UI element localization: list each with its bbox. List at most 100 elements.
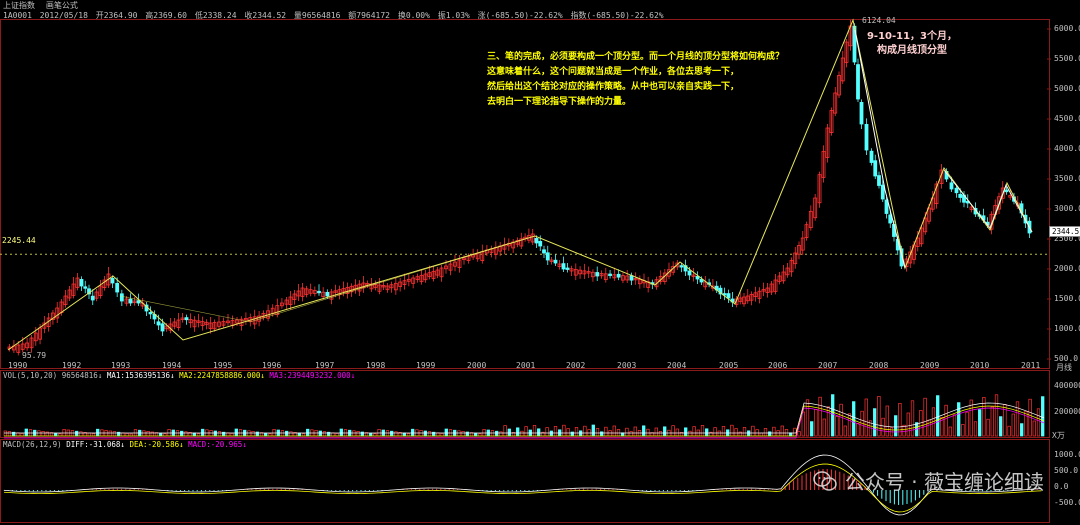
vol-unit: X万 <box>1052 431 1065 440</box>
candle-body <box>679 265 684 268</box>
volume-bar <box>579 430 583 437</box>
volume-bar <box>873 408 877 437</box>
volume-bar <box>629 431 633 437</box>
volume-bar <box>465 431 469 437</box>
volume-bar <box>894 415 898 437</box>
volume-bar <box>301 433 306 437</box>
volume-bar <box>948 426 952 437</box>
volume-bar <box>394 431 398 437</box>
volume-bar <box>251 431 255 437</box>
volume-bar <box>520 430 524 437</box>
candle-body <box>184 317 189 321</box>
volume-bar <box>264 432 268 437</box>
volume-bar <box>763 428 768 437</box>
x-axis-label: 2001 <box>516 361 536 370</box>
volume-bar <box>688 430 692 437</box>
macd-ylabel: 500.0 <box>1054 466 1079 475</box>
volume-bar <box>843 425 847 437</box>
price-y-label: 5000.0 <box>1054 84 1080 93</box>
volume-bar <box>369 432 373 437</box>
volume-bar <box>612 425 616 437</box>
volume-bar <box>499 431 503 437</box>
volume-bar <box>1020 423 1024 437</box>
volume-bar <box>642 425 646 437</box>
volume-bar <box>793 427 797 437</box>
candle-body <box>83 286 88 289</box>
candle-body <box>616 273 621 278</box>
volume-header: VOL(5,10,20) 96564816↓ MA1:1536395136↓ M… <box>3 371 355 380</box>
macd-dea: DEA:-20.586↓ <box>129 440 184 449</box>
volume-bar <box>24 428 28 437</box>
volume-bar <box>1041 396 1045 437</box>
volume-bar <box>402 432 406 437</box>
volume-bar <box>516 427 520 437</box>
x-axis-label: 2005 <box>719 361 739 370</box>
peak-label: 6124.04 <box>862 16 896 25</box>
volume-bar <box>713 427 717 437</box>
candle-body <box>856 64 860 100</box>
macd-ylabel: 0.0 <box>1054 482 1069 491</box>
volume-bar <box>986 418 990 437</box>
volume-bar <box>973 421 978 437</box>
candle-body <box>317 290 321 294</box>
candle-body <box>542 249 546 254</box>
volume-bar <box>91 433 96 437</box>
volume-bar <box>390 430 394 437</box>
volume-bar <box>1032 420 1036 437</box>
volume-bar <box>112 431 117 437</box>
volume-bar <box>45 431 49 437</box>
period-label: 月线 <box>1056 363 1072 372</box>
volume-bar <box>201 428 205 437</box>
candle-body <box>115 282 120 293</box>
candle-body <box>538 240 543 247</box>
candle-body <box>864 124 869 151</box>
volume-bar <box>360 431 364 437</box>
vol-ma2: MA2:2247858886.000↓ <box>179 371 265 380</box>
vol-ylabel: 200000 <box>1054 407 1080 416</box>
volume-bar <box>772 426 776 437</box>
vol-value: 96564816↓ <box>61 371 103 380</box>
annotation-side-line: 构成月线顶分型 <box>877 45 947 56</box>
volume-bar <box>591 424 595 437</box>
candle-body <box>877 175 881 186</box>
volume-bar <box>961 424 965 437</box>
volume-bar <box>923 397 927 437</box>
volume-bar <box>549 430 553 437</box>
volume-bar <box>574 427 579 437</box>
current-price-badge: 2344.5 <box>1049 226 1080 237</box>
volume-bar <box>910 400 915 437</box>
vol-name: VOL(5,10,20) <box>3 371 58 380</box>
volume-bar <box>474 432 478 437</box>
volume-bar <box>881 417 885 437</box>
candle-body <box>726 293 731 299</box>
volume-bar <box>847 413 852 437</box>
volume-bar <box>831 394 835 437</box>
candle-body <box>156 321 161 326</box>
volume-bar <box>150 431 154 437</box>
volume-bar <box>654 427 658 437</box>
volume-bar <box>1011 413 1015 437</box>
volume-bar <box>352 430 356 437</box>
volume-bar <box>411 428 415 437</box>
price-y-label: 1500.0 <box>1054 294 1080 303</box>
volume-bar <box>600 431 604 437</box>
price-y-label: 4500.0 <box>1054 114 1080 123</box>
volume-bar <box>734 428 738 437</box>
candle-body <box>958 193 963 198</box>
volume-bar <box>444 428 448 437</box>
watermark-text: 公众号 · 薇宝缠论细读 <box>844 470 1044 494</box>
price-y-label: 1000.0 <box>1054 324 1080 333</box>
volume-bar <box>234 428 238 437</box>
volume-bar <box>692 426 696 437</box>
volume-bar <box>1036 408 1041 437</box>
volume-bar <box>994 394 999 437</box>
volume-bar <box>406 433 411 437</box>
volume-bar <box>570 431 574 437</box>
volume-bar <box>289 431 293 437</box>
volume-bar <box>356 431 360 437</box>
volume-bar <box>192 432 196 437</box>
volume-bar <box>180 430 184 437</box>
volume-bar <box>965 411 969 437</box>
volume-bar <box>339 428 343 437</box>
volume-bar <box>978 409 982 437</box>
